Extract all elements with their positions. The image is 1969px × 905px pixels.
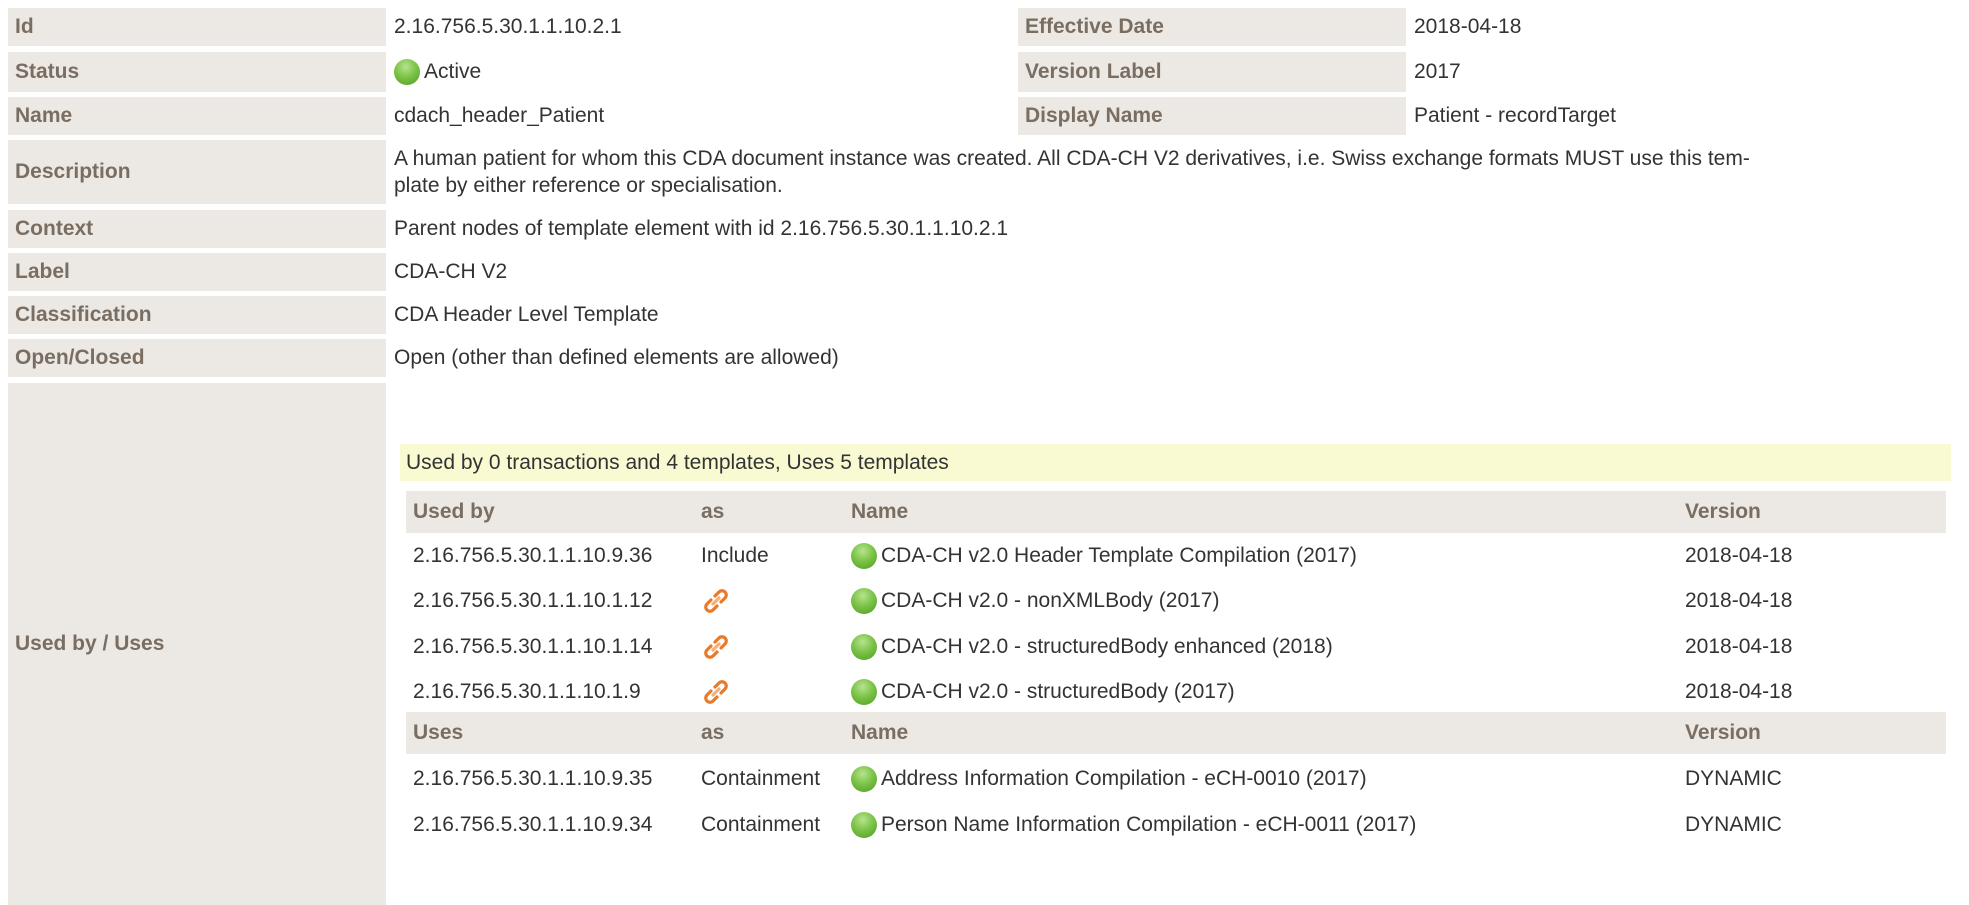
status-active-icon [851, 588, 877, 614]
used-by-row-4-as [694, 671, 844, 713]
used-by-row-4-name[interactable]: CDA-CH v2.0 - structuredBody (2017) [844, 671, 1678, 713]
status-label: Status [8, 52, 386, 92]
label-value: CDA-CH V2 [394, 260, 508, 283]
used-by-row-4-name-text[interactable]: CDA-CH v2.0 - structuredBody (2017) [881, 680, 1235, 704]
uses-header-as: as [694, 712, 844, 754]
open-closed-label: Open/Closed [8, 339, 386, 377]
used-by-row-2-as [694, 580, 844, 622]
description-line-2: plate by either reference or specialisat… [394, 174, 783, 197]
description-value: A human patient for whom this CDA docume… [386, 140, 1956, 204]
id-value: 2.16.756.5.30.1.1.10.2.1 [394, 15, 622, 38]
used-by-uses-label: Used by / Uses [8, 383, 386, 905]
status-active-icon [851, 766, 877, 792]
used-by-row-4-id: 2.16.756.5.30.1.1.10.1.9 [413, 680, 641, 703]
used-by-row-1-name[interactable]: CDA-CH v2.0 Header Template Compilation … [844, 535, 1678, 577]
used-by-row-3-name-text[interactable]: CDA-CH v2.0 - structuredBody enhanced (2… [881, 635, 1333, 659]
description-label: Description [8, 140, 386, 204]
used-by-row-2-version: 2018-04-18 [1685, 589, 1793, 612]
used-by-row-2-name-text[interactable]: CDA-CH v2.0 - nonXMLBody (2017) [881, 589, 1219, 613]
used-by-row-4-version: 2018-04-18 [1685, 680, 1793, 703]
context-label: Context [8, 210, 386, 248]
description-line-1: A human patient for whom this CDA docume… [394, 147, 1750, 170]
used-by-row-1-version: 2018-04-18 [1685, 544, 1793, 567]
link-icon[interactable] [701, 586, 731, 616]
status-active-icon [394, 59, 420, 85]
effective-date-value: 2018-04-18 [1414, 15, 1522, 38]
used-by-row-1-id: 2.16.756.5.30.1.1.10.9.36 [413, 544, 653, 567]
used-by-row-3-version: 2018-04-18 [1685, 635, 1793, 658]
uses-header-name: Name [844, 712, 1678, 754]
used-by-row-3-as [694, 626, 844, 668]
status-text: Active [424, 60, 482, 83]
status-value: Active [386, 52, 1006, 92]
version-label-label: Version Label [1018, 52, 1406, 92]
effective-date-label: Effective Date [1018, 8, 1406, 46]
context-value: Parent nodes of template element with id… [394, 217, 1009, 240]
used-by-header-name: Name [844, 491, 1678, 533]
used-by-header-as: as [694, 491, 844, 533]
label-label: Label [8, 253, 386, 291]
link-icon[interactable] [701, 677, 731, 707]
used-by-row-1-as: Include [701, 544, 769, 567]
used-by-row-1-name-text[interactable]: CDA-CH v2.0 Header Template Compilation … [881, 544, 1357, 568]
classification-value: CDA Header Level Template [394, 303, 659, 326]
display-name-value: Patient - recordTarget [1414, 104, 1616, 127]
uses-row-2-id: 2.16.756.5.30.1.1.10.9.34 [413, 813, 653, 836]
used-by-header-version: Version [1678, 491, 1946, 533]
name-label: Name [8, 97, 386, 135]
uses-row-1-as: Containment [701, 767, 821, 790]
display-name-label: Display Name [1018, 97, 1406, 135]
uses-row-1-name[interactable]: Address Information Compilation - eCH-00… [844, 758, 1678, 800]
status-active-icon [851, 679, 877, 705]
used-by-row-2-name[interactable]: CDA-CH v2.0 - nonXMLBody (2017) [844, 580, 1678, 622]
open-closed-value: Open (other than defined elements are al… [394, 346, 839, 369]
used-by-row-3-name[interactable]: CDA-CH v2.0 - structuredBody enhanced (2… [844, 626, 1678, 668]
version-label-value: 2017 [1414, 60, 1461, 83]
status-active-icon [851, 543, 877, 569]
used-by-header-id: Used by [406, 491, 694, 533]
used-by-row-3-id: 2.16.756.5.30.1.1.10.1.14 [413, 635, 653, 658]
used-by-row-2-id: 2.16.756.5.30.1.1.10.1.12 [413, 589, 653, 612]
uses-header-id: Uses [406, 712, 694, 754]
uses-row-1-version: DYNAMIC [1685, 767, 1782, 790]
name-value: cdach_header_Patient [394, 104, 605, 127]
usage-summary-banner: Used by 0 transactions and 4 templates, … [400, 444, 1951, 481]
uses-row-2-name[interactable]: Person Name Information Compilation - eC… [844, 804, 1678, 846]
id-label: Id [8, 8, 386, 46]
uses-row-1-name-text[interactable]: Address Information Compilation - eCH-00… [881, 767, 1367, 791]
uses-header-version: Version [1678, 712, 1946, 754]
status-active-icon [851, 634, 877, 660]
status-active-icon [851, 812, 877, 838]
uses-row-2-version: DYNAMIC [1685, 813, 1782, 836]
uses-row-2-as: Containment [701, 813, 821, 836]
classification-label: Classification [8, 296, 386, 334]
link-icon[interactable] [701, 632, 731, 662]
uses-row-1-id: 2.16.756.5.30.1.1.10.9.35 [413, 767, 653, 790]
uses-row-2-name-text[interactable]: Person Name Information Compilation - eC… [881, 813, 1416, 837]
